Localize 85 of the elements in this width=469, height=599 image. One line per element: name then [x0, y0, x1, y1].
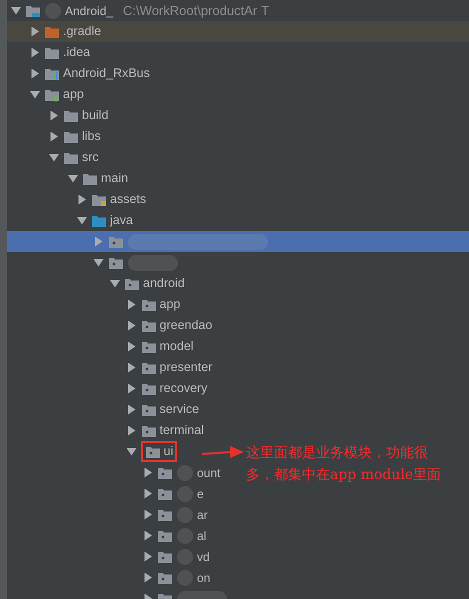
folder-name: app: [63, 86, 84, 104]
folder-icon: [25, 4, 41, 18]
folder-name: .idea: [63, 44, 90, 62]
folder-name: model: [160, 338, 194, 356]
tree-row[interactable]: build: [7, 105, 112, 126]
package-folder-icon: [144, 444, 160, 458]
package-folder-icon: [140, 360, 156, 374]
package-folder-icon: [108, 256, 124, 270]
folder-name: service: [160, 401, 200, 418]
folder-name: java: [110, 212, 133, 230]
folder-name: al: [197, 528, 206, 544]
tree-row[interactable]: src: [7, 147, 103, 168]
folder-name: android: [143, 275, 185, 292]
tree-row[interactable]: terminal: [7, 420, 208, 441]
tree-row[interactable]: main: [7, 168, 132, 189]
folder-icon: [63, 130, 79, 144]
tree-row[interactable]: app: [7, 294, 184, 315]
tree-row[interactable]: model: [7, 336, 198, 357]
folder-icon: [44, 46, 60, 60]
folder-name: Android_: [65, 2, 114, 20]
package-folder-icon: [157, 486, 173, 500]
tree-row[interactable]: app: [7, 84, 88, 105]
folder-name: on: [197, 570, 210, 586]
folder-name: assets: [110, 191, 146, 208]
package-folder-icon: [157, 466, 173, 480]
folder-icon: [44, 88, 60, 102]
package-folder-icon: [140, 298, 156, 312]
tree-row[interactable]: e: [7, 483, 208, 504]
folder-name: build: [82, 107, 108, 124]
tree-row[interactable]: android: [7, 273, 189, 294]
folder-name: ui: [164, 443, 174, 460]
folder-name: app: [160, 296, 180, 314]
tree-row[interactable]: ar: [7, 504, 212, 525]
tree-row[interactable]: libs: [7, 126, 105, 147]
tree-row[interactable]: on: [7, 567, 214, 588]
folder-name: terminal: [160, 422, 204, 440]
package-folder-icon: [140, 424, 156, 438]
package-folder-icon: [157, 528, 173, 542]
folder-name: main: [101, 170, 128, 188]
folder-name: libs: [82, 128, 101, 146]
tree-row[interactable]: java: [7, 210, 137, 231]
folder-name: ar: [197, 506, 208, 524]
package-folder-icon: [140, 402, 156, 416]
folder-icon: [63, 108, 79, 122]
folder-name: recovery: [160, 380, 208, 398]
package-folder-icon: [157, 570, 173, 584]
folder-icon: [63, 150, 79, 164]
folder-name: e: [197, 486, 204, 502]
folder-name: presenter: [160, 359, 212, 376]
tree-row[interactable]: al: [7, 525, 210, 546]
tree-row[interactable]: Android_ C:\WorkRoot\productAr T: [7, 0, 298, 21]
tree-row[interactable]: Android_RxBus: [7, 63, 154, 84]
folder-icon: [91, 214, 107, 228]
package-folder-icon: [157, 550, 173, 564]
folder-name: greendao: [160, 317, 212, 334]
folder-name: Android_RxBus: [63, 65, 150, 82]
package-folder-icon: [124, 276, 140, 290]
folder-name: ount: [197, 464, 220, 482]
package-folder-icon: [140, 340, 156, 354]
tree-row[interactable]: ount: [7, 462, 224, 483]
tree-row[interactable]: ui: [7, 441, 182, 462]
folder-name: .gradle: [63, 23, 102, 40]
annotation-text: 多，都集中在app module里面: [246, 466, 442, 485]
folder-icon: [44, 66, 60, 80]
tree-row[interactable]: vd: [7, 546, 214, 567]
folder-icon: [91, 192, 107, 206]
folder-icon: [82, 172, 98, 186]
folder-name: src: [82, 149, 99, 166]
arrow-icon: [202, 446, 244, 460]
tree-row[interactable]: .gradle: [7, 21, 469, 42]
annotation-text: 这里面都是业务模块，功能很: [246, 444, 429, 463]
tree-row[interactable]: service: [7, 399, 204, 420]
tree-row[interactable]: presenter: [7, 357, 216, 378]
package-folder-icon: [140, 318, 156, 332]
package-folder-icon: [157, 508, 173, 522]
folder-icon: [44, 24, 60, 38]
tree-row[interactable]: recovery: [7, 378, 212, 399]
path-end: T: [261, 2, 270, 20]
tree-row[interactable]: .idea: [7, 42, 94, 63]
package-folder-icon: [140, 382, 156, 396]
folder-name: vd: [197, 548, 210, 566]
project-path: C:\WorkRoot\productAr: [123, 2, 258, 20]
package-folder-icon: [108, 234, 124, 248]
tree-row[interactable]: greendao: [7, 315, 216, 336]
tree-row[interactable]: assets: [7, 189, 150, 210]
